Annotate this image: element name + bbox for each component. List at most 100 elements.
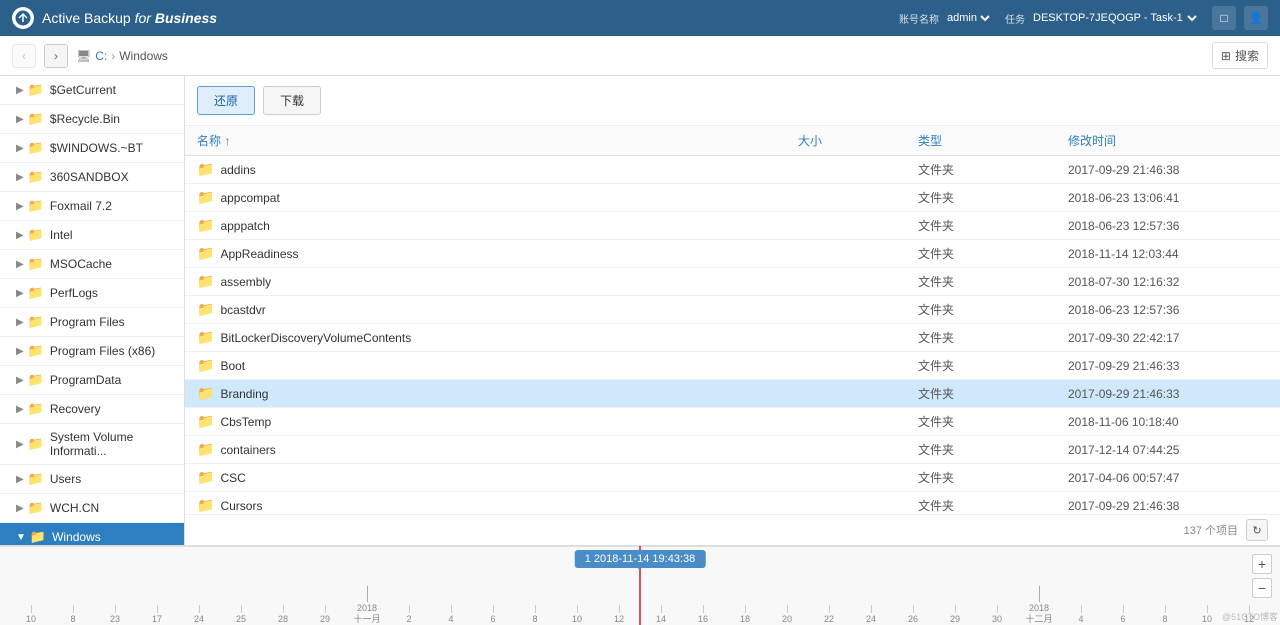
timeline-tooltip: 1 2018-11-14 19:43:38 — [575, 550, 706, 568]
file-date: 2017-09-29 21:46:38 — [1068, 499, 1268, 513]
arrow-icon: ▶ — [16, 230, 24, 241]
table-row[interactable]: 📁 AppReadiness 文件夹 2018-11-14 12:03:44 — [185, 240, 1280, 268]
file-table: 名称 ↑ 大小 类型 修改时间 📁 addins 文件夹 2017-09-29 … — [185, 126, 1280, 514]
col-size-header[interactable]: 大小 — [798, 132, 918, 149]
sidebar-item-label: Recovery — [50, 402, 101, 416]
folder-icon: 📁 — [197, 245, 214, 262]
timeline-mark: 29 — [304, 605, 346, 625]
arrow-icon: ▶ — [16, 114, 24, 125]
sidebar-item-label: $Recycle.Bin — [50, 112, 120, 126]
table-row[interactable]: 📁 apppatch 文件夹 2018-06-23 12:57:36 — [185, 212, 1280, 240]
file-name: 📁 containers — [197, 441, 798, 458]
sidebar-item-360sandbox[interactable]: ▶ 📁 360SANDBOX — [0, 163, 184, 192]
folder-icon: 📁 — [28, 436, 44, 452]
sidebar: ▶ 📁 $GetCurrent ▶ 📁 $Recycle.Bin ▶ 📁 $WI… — [0, 76, 185, 545]
sidebar-item--windows--bt[interactable]: ▶ 📁 $WINDOWS.~BT — [0, 134, 184, 163]
timeline-mark: 6 — [472, 605, 514, 625]
zoom-in-btn[interactable]: + — [1252, 554, 1272, 574]
table-row[interactable]: 📁 assembly 文件夹 2018-07-30 12:16:32 — [185, 268, 1280, 296]
col-name-header[interactable]: 名称 ↑ — [197, 132, 798, 149]
table-row[interactable]: 📁 CSC 文件夹 2017-04-06 00:57:47 — [185, 464, 1280, 492]
sidebar-item-program-files--x86-[interactable]: ▶ 📁 Program Files (x86) — [0, 337, 184, 366]
table-row[interactable]: 📁 BitLockerDiscoveryVolumeContents 文件夹 2… — [185, 324, 1280, 352]
table-row[interactable]: 📁 Branding 文件夹 2017-09-29 21:46:33 — [185, 380, 1280, 408]
folder-icon: 📁 — [197, 441, 214, 458]
folder-icon: 📁 — [28, 471, 44, 487]
col-date-header[interactable]: 修改时间 — [1068, 132, 1268, 149]
file-type: 文件夹 — [918, 413, 1068, 430]
breadcrumb-root[interactable]: C: — [95, 49, 107, 63]
user-icon-btn[interactable]: 👤 — [1244, 6, 1268, 30]
table-row[interactable]: 📁 addins 文件夹 2017-09-29 21:46:38 — [185, 156, 1280, 184]
sidebar-item-label: $WINDOWS.~BT — [50, 141, 143, 155]
folder-icon: 📁 — [197, 329, 214, 346]
sidebar-item-foxmail-7-2[interactable]: ▶ 📁 Foxmail 7.2 — [0, 192, 184, 221]
sidebar-item-windows[interactable]: ▼ 📁 Windows — [0, 523, 184, 545]
arrow-icon: ▶ — [16, 346, 24, 357]
table-row[interactable]: 📁 containers 文件夹 2017-12-14 07:44:25 — [185, 436, 1280, 464]
back-button[interactable]: ‹ — [12, 44, 36, 68]
timeline-mark: 18 — [724, 605, 766, 625]
zoom-out-btn[interactable]: − — [1252, 578, 1272, 598]
sidebar-item-perflogs[interactable]: ▶ 📁 PerfLogs — [0, 279, 184, 308]
col-type-header[interactable]: 类型 — [918, 132, 1068, 149]
window-icon-btn[interactable]: □ — [1212, 6, 1236, 30]
file-date: 2018-11-14 12:03:44 — [1068, 247, 1268, 261]
filter-control[interactable]: ⊞ 搜索 — [1212, 42, 1268, 69]
sidebar-item-program-files[interactable]: ▶ 📁 Program Files — [0, 308, 184, 337]
user-label: 账号名称 — [899, 11, 939, 26]
table-row[interactable]: 📁 bcastdvr 文件夹 2018-06-23 12:57:36 — [185, 296, 1280, 324]
timeline-mark: 8 — [1144, 605, 1186, 625]
arrow-icon: ▶ — [16, 439, 24, 450]
table-row[interactable]: 📁 CbsTemp 文件夹 2018-11-06 10:18:40 — [185, 408, 1280, 436]
download-button[interactable]: 下载 — [263, 86, 321, 115]
timeline-mark: 8 — [52, 605, 94, 625]
file-name-text: appcompat — [220, 191, 279, 205]
logo: Active Backup for Business — [12, 7, 217, 29]
sidebar-item-system-volume-informati---[interactable]: ▶ 📁 System Volume Informati... — [0, 424, 184, 465]
folder-icon: 📁 — [28, 111, 44, 127]
forward-button[interactable]: › — [44, 44, 68, 68]
restore-button[interactable]: 还原 — [197, 86, 255, 115]
task-select[interactable]: DESKTOP-7JEQOGP - Task-1 — [1029, 11, 1200, 25]
sidebar-item-wch-cn[interactable]: ▶ 📁 WCH.CN — [0, 494, 184, 523]
arrow-icon: ▶ — [16, 317, 24, 328]
timeline-mark: 16 — [682, 605, 724, 625]
sidebar-item-label: MSOCache — [50, 257, 112, 271]
timeline-mark: 8 — [514, 605, 556, 625]
folder-icon: 📁 — [28, 140, 44, 156]
file-type: 文件夹 — [918, 357, 1068, 374]
folder-icon: 📁 — [28, 256, 44, 272]
folder-icon: 📁 — [197, 497, 214, 514]
sidebar-item-intel[interactable]: ▶ 📁 Intel — [0, 221, 184, 250]
user-select[interactable]: admin — [943, 11, 993, 25]
folder-icon: 📁 — [28, 314, 44, 330]
file-name: 📁 Branding — [197, 385, 798, 402]
sidebar-item--getcurrent[interactable]: ▶ 📁 $GetCurrent — [0, 76, 184, 105]
table-row[interactable]: 📁 Boot 文件夹 2017-09-29 21:46:33 — [185, 352, 1280, 380]
app-title: Active Backup for Business — [42, 10, 217, 26]
timeline-mark: 4 — [430, 605, 472, 625]
sidebar-item-users[interactable]: ▶ 📁 Users — [0, 465, 184, 494]
file-name-text: assembly — [220, 275, 271, 289]
sidebar-item-msocache[interactable]: ▶ 📁 MSOCache — [0, 250, 184, 279]
file-name-text: addins — [220, 163, 255, 177]
sidebar-item-programdata[interactable]: ▶ 📁 ProgramData — [0, 366, 184, 395]
folder-icon: 📁 — [28, 343, 44, 359]
sidebar-item--recycle-bin[interactable]: ▶ 📁 $Recycle.Bin — [0, 105, 184, 134]
file-type: 文件夹 — [918, 497, 1068, 514]
file-name: 📁 assembly — [197, 273, 798, 290]
table-refresh-btn[interactable]: ↻ — [1246, 519, 1268, 541]
file-name: 📁 appcompat — [197, 189, 798, 206]
table-row[interactable]: 📁 Cursors 文件夹 2017-09-29 21:46:38 — [185, 492, 1280, 514]
file-date: 2017-09-30 22:42:17 — [1068, 331, 1268, 345]
sidebar-item-label: Users — [50, 472, 81, 486]
timeline-mark: 2 — [388, 605, 430, 625]
table-footer: 137 个项目 ↻ — [185, 514, 1280, 545]
folder-icon: 📁 — [197, 161, 214, 178]
folder-icon: 📁 — [197, 385, 214, 402]
file-name: 📁 AppReadiness — [197, 245, 798, 262]
table-row[interactable]: 📁 appcompat 文件夹 2018-06-23 13:06:41 — [185, 184, 1280, 212]
sidebar-item-recovery[interactable]: ▶ 📁 Recovery — [0, 395, 184, 424]
file-type: 文件夹 — [918, 189, 1068, 206]
